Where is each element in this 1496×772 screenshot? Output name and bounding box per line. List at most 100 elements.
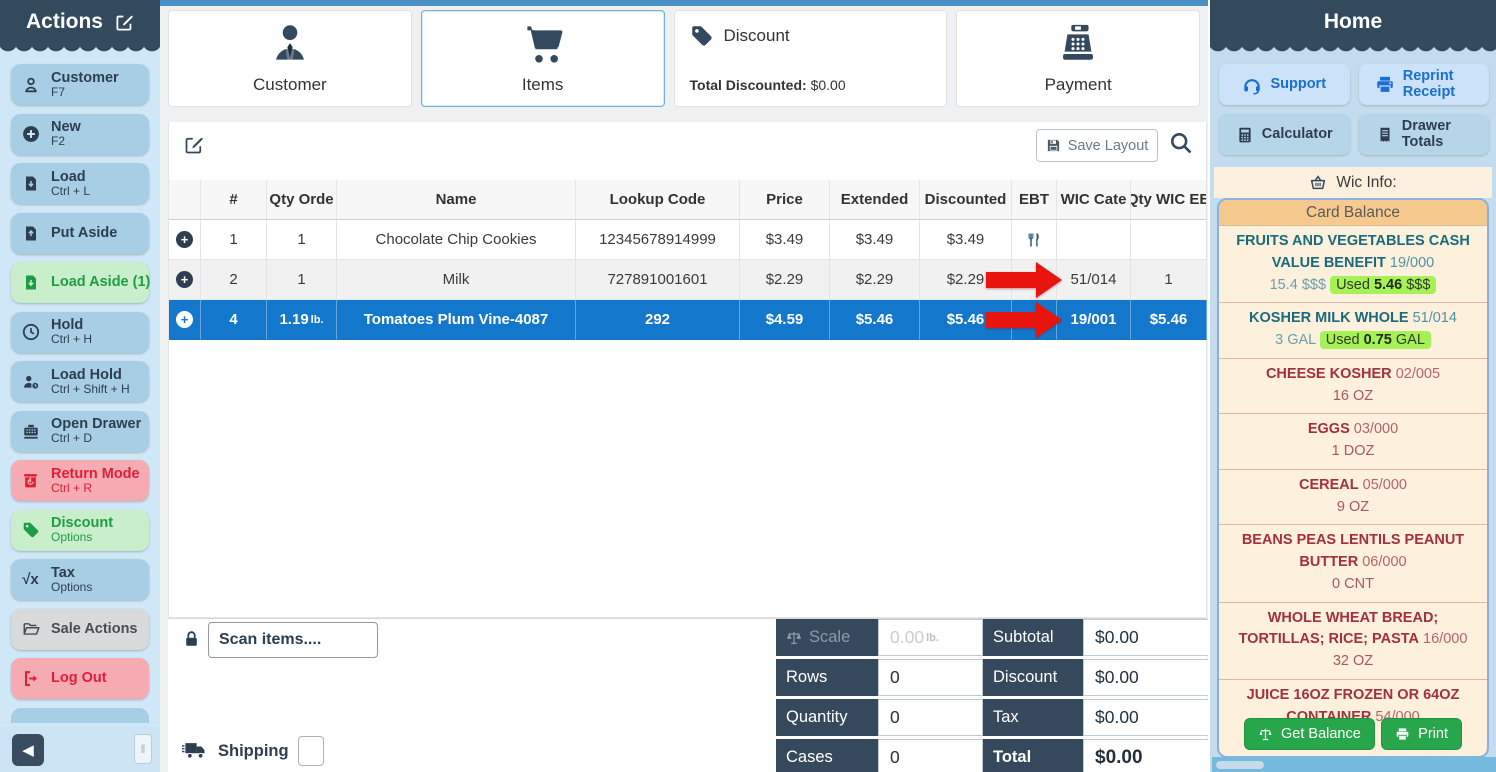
basket-icon <box>1309 174 1327 191</box>
items-panel: Save Layout # Qty Orde Name Lookup Code … <box>168 122 1207 618</box>
calculator-button[interactable]: Calculator <box>1219 114 1350 155</box>
utensils-icon <box>1026 232 1042 248</box>
expand-row-button[interactable]: + <box>176 231 193 248</box>
home-header: Home <box>1210 0 1496 44</box>
reprint-receipt-button[interactable]: Reprint Receipt <box>1359 64 1490 105</box>
sidebar-item-return-mode[interactable]: Return ModeCtrl + R <box>11 460 149 501</box>
return-box-icon <box>20 472 41 489</box>
home-title: Home <box>1324 10 1382 34</box>
tab-label: Items <box>522 75 564 95</box>
get-balance-button[interactable]: Get Balance <box>1244 718 1375 750</box>
scale-icon <box>1258 727 1273 742</box>
sidebar-item-open-drawer[interactable]: Open DrawerCtrl + D <box>11 411 149 452</box>
horizontal-scrollbar[interactable] <box>1212 757 1496 772</box>
tab-label: Customer <box>253 75 327 95</box>
calculator-icon <box>1236 126 1254 144</box>
folder-icon <box>20 620 41 638</box>
benefit-item: CHEESE KOSHER 02/005 16 OZ <box>1219 359 1487 415</box>
cases-label: Cases <box>776 739 878 772</box>
actions-header-scallop <box>0 44 160 53</box>
tab-payment[interactable]: Payment <box>956 10 1200 107</box>
scale-label: Scale <box>776 619 878 656</box>
discount-note-value: $0.00 <box>811 77 846 93</box>
home-sidebar: Home Support Reprint Receipt Calculator … <box>1208 0 1496 772</box>
discount-note: Total Discounted: $0.00 <box>690 77 846 93</box>
printer-icon <box>1395 727 1410 742</box>
col-extended[interactable]: Extended <box>830 180 920 220</box>
top-accent-bar <box>160 0 1208 6</box>
col-discounted[interactable]: Discounted <box>920 180 1012 220</box>
tab-discount[interactable]: Discount Total Discounted: $0.00 <box>674 10 948 107</box>
scale-icon <box>786 630 802 646</box>
sidebar-item-partial[interactable] <box>11 708 149 723</box>
table-row[interactable]: + 1 1 Chocolate Chip Cookies 12345678914… <box>169 220 1208 260</box>
discount-value: $0.00 <box>1083 659 1215 696</box>
sidebar-item-new[interactable]: NewF2 <box>11 114 149 155</box>
cases-value: 0 <box>878 739 983 772</box>
collapse-sidebar-button[interactable]: ◀ <box>12 734 44 766</box>
rows-value: 0 <box>878 659 983 696</box>
sidebar-item-customer[interactable]: CustomerF7 <box>11 64 149 105</box>
col-expand <box>169 180 201 220</box>
total-label: Total <box>983 739 1083 772</box>
save-layout-button[interactable]: Save Layout <box>1036 129 1158 162</box>
discount-label: Discount <box>983 659 1083 696</box>
edit-layout-icon[interactable] <box>115 13 134 32</box>
col-ebt[interactable]: EBT <box>1012 180 1057 220</box>
cart-icon <box>519 22 567 66</box>
sidebar-resize-handle[interactable]: ‖ <box>134 734 152 764</box>
col-wic-category[interactable]: WIC Cate <box>1057 180 1131 220</box>
total-value: $0.00 <box>1083 739 1215 772</box>
support-button[interactable]: Support <box>1219 64 1350 105</box>
col-lookup-code[interactable]: Lookup Code <box>576 180 740 220</box>
cash-drawer-icon <box>20 422 41 440</box>
headset-icon <box>1242 75 1262 95</box>
annotation-arrow-tomatoes-wic <box>986 302 1062 338</box>
print-button[interactable]: Print <box>1381 718 1462 750</box>
col-qty-ordered[interactable]: Qty Orde <box>267 180 337 220</box>
counts-table: Scale 0.00lb. Rows 0 Quantity 0 Cases 0 <box>776 619 983 772</box>
person-tie-icon <box>268 22 312 66</box>
tab-customer[interactable]: Customer <box>168 10 412 107</box>
clock-icon <box>20 323 41 341</box>
person-icon <box>20 76 41 94</box>
shipping-checkbox[interactable] <box>298 736 324 766</box>
lock-icon <box>183 629 200 649</box>
receipt-icon <box>1376 126 1394 144</box>
col-price[interactable]: Price <box>740 180 830 220</box>
sidebar-item-load[interactable]: LoadCtrl + L <box>11 163 149 204</box>
quantity-label: Quantity <box>776 699 878 736</box>
col-qty-wic[interactable]: Qty WIC EB <box>1131 180 1207 220</box>
sidebar-item-load-hold[interactable]: Load HoldCtrl + Shift + H <box>11 361 149 402</box>
sidebar-item-sale-actions[interactable]: Sale Actions <box>11 609 149 650</box>
get-balance-label: Get Balance <box>1281 726 1361 742</box>
cash-register-icon <box>1055 22 1101 66</box>
sidebar-item-load-aside[interactable]: Load Aside (1) <box>11 262 149 303</box>
sidebar-item-hold[interactable]: HoldCtrl + H <box>11 312 149 353</box>
drawer-totals-label: Drawer Totals <box>1402 119 1472 149</box>
reprint-receipt-label: Reprint Receipt <box>1403 69 1473 99</box>
card-balance-panel: Card Balance FRUITS AND VEGETABLES CASH … <box>1217 198 1489 758</box>
sidebar-item-tax[interactable]: √x TaxOptions <box>11 559 149 600</box>
edit-grid-icon[interactable] <box>184 135 204 155</box>
col-name[interactable]: Name <box>337 180 576 220</box>
scrollbar-thumb[interactable] <box>1216 761 1264 769</box>
tax-label: Tax <box>983 699 1083 736</box>
search-icon[interactable] <box>1169 131 1193 155</box>
actions-sidebar: Actions CustomerF7 NewF2 LoadCtrl + L Pu… <box>0 0 160 772</box>
tab-items[interactable]: Items <box>421 10 665 107</box>
tax-value: $0.00 <box>1083 699 1215 736</box>
benefit-item: KOSHER MILK WHOLE 51/014 3 GAL Used 0.75… <box>1219 303 1487 359</box>
shipping-control: Shipping <box>182 736 324 766</box>
home-header-scallop <box>1210 44 1496 53</box>
sidebar-item-log-out[interactable]: Log Out <box>11 658 149 699</box>
expand-row-button[interactable]: + <box>176 311 193 328</box>
sidebar-item-discount[interactable]: DiscountOptions <box>11 510 149 551</box>
subtotal-label: Subtotal <box>983 619 1083 656</box>
col-num[interactable]: # <box>201 180 267 220</box>
sidebar-item-put-aside[interactable]: Put Aside <box>11 213 149 254</box>
drawer-totals-button[interactable]: Drawer Totals <box>1359 114 1490 155</box>
expand-row-button[interactable]: + <box>176 271 193 288</box>
nav-cards: Customer Items Discount Total Discounted… <box>168 10 1200 107</box>
scan-items-input[interactable] <box>208 622 378 658</box>
